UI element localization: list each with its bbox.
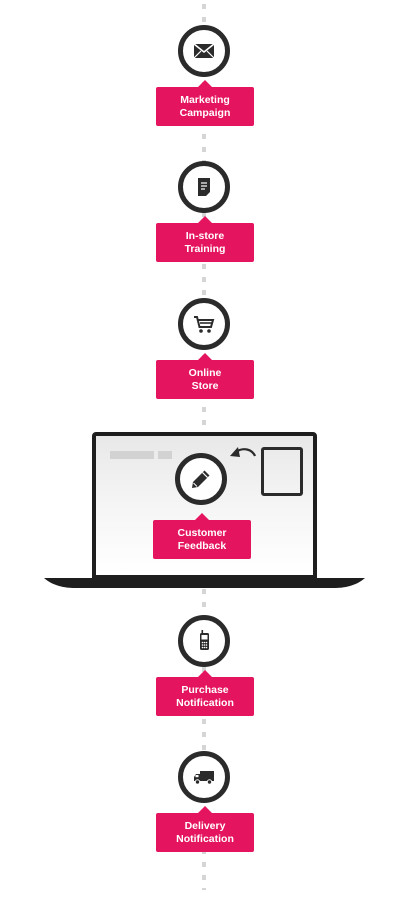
step-label-line1: Customer [177,526,227,539]
step-label: In-store Training [156,216,254,262]
step-label: Online Store [156,353,254,399]
step-label-line1: Online [188,366,222,379]
pencil-icon [192,470,210,488]
step-label-line1: Marketing [180,93,230,106]
step-label: Customer Feedback [153,513,251,559]
step-icon-circle [178,615,230,667]
step-label-line2: Notification [176,696,234,709]
shopping-cart-icon [194,316,215,333]
step-label: Purchase Notification [156,670,254,716]
step-label-line1: Delivery [184,819,226,832]
step-icon-circle [178,298,230,350]
step-label-line2: Campaign [179,106,231,119]
mobile-phone-icon [200,630,209,650]
step-label-line1: In-store [185,229,225,242]
step-icon-circle [178,161,230,213]
step-label-line2: Feedback [177,539,227,552]
document-icon [198,178,210,196]
step-label: Delivery Notification [156,806,254,852]
step-label-line2: Store [191,379,219,392]
step-icon-circle [178,751,230,803]
step-delivery-notification: Delivery Notification [0,751,413,887]
step-online-store: Online Store [0,298,413,434]
step-customer-feedback: Customer Feedback [0,453,410,589]
delivery-truck-icon [194,771,214,785]
step-label: Marketing Campaign [156,80,254,126]
step-label-line2: Notification [176,832,234,845]
step-marketing-campaign: Marketing Campaign [0,25,413,161]
envelope-icon [193,43,215,59]
step-in-store-training: In-store Training [0,161,413,297]
step-label-line1: Purchase [181,683,229,696]
step-label-line2: Training [184,242,226,255]
step-icon-circle [175,453,227,505]
step-icon-circle [178,25,230,77]
step-purchase-notification: Purchase Notification [0,615,413,751]
